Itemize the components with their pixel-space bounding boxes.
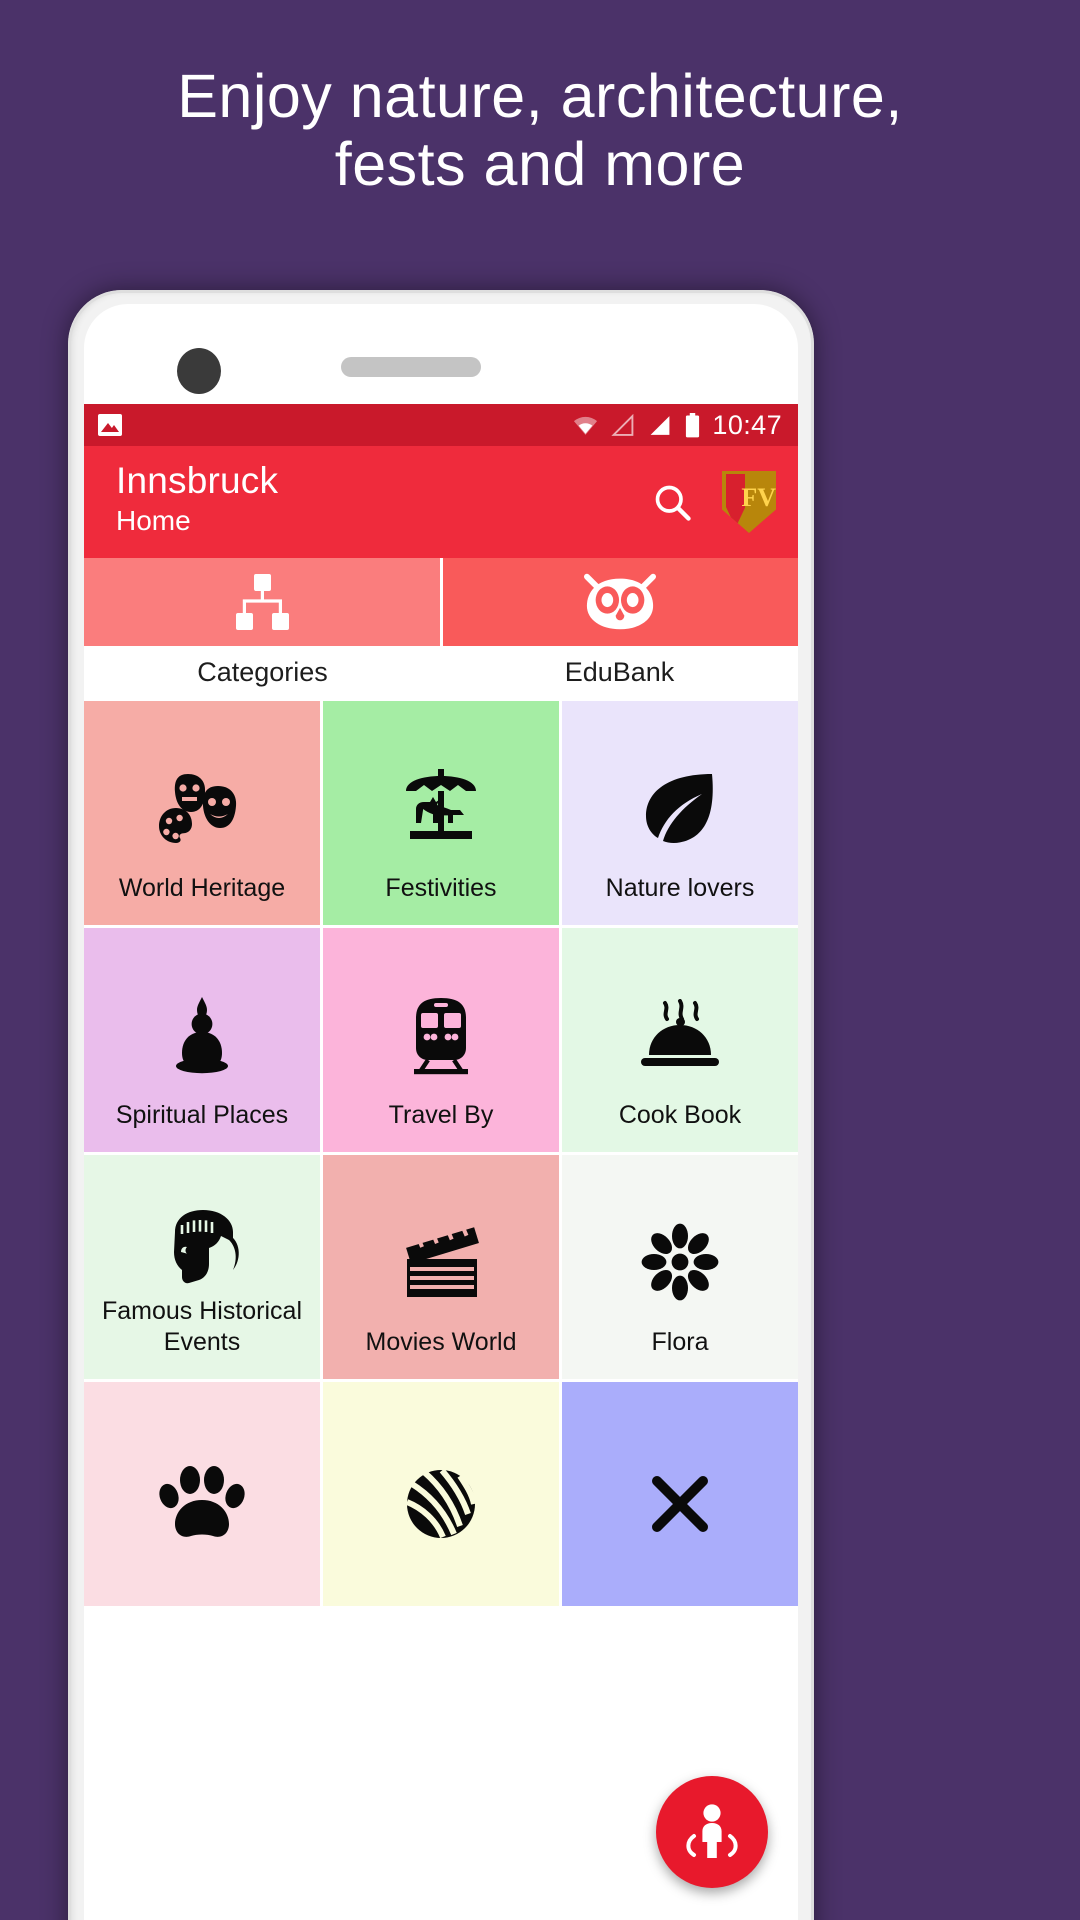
grid-label: Flora (651, 1327, 709, 1356)
tab-labels: Categories EduBank (84, 646, 798, 698)
phone-mockup: 10:47 Innsbruck Home FV Categories EduBa… (68, 290, 814, 1920)
grid-cell-spiritual-places[interactable]: Spiritual Places (84, 928, 320, 1152)
grid-label: World Heritage (118, 873, 286, 902)
promo-headline: Enjoy nature, architecture, fests and mo… (0, 62, 1080, 199)
train-icon (406, 970, 476, 1100)
helmet-icon (159, 1197, 245, 1296)
flower-icon (639, 1197, 721, 1327)
grid-label: Travel By (388, 1100, 494, 1129)
app-bar-actions: FV (650, 471, 776, 533)
category-grid: World Heritage Festivities Nature lovers… (84, 698, 798, 1850)
clapperboard-icon (399, 1197, 483, 1327)
grid-cell-nature-lovers[interactable]: Nature lovers (562, 701, 798, 925)
tab-bar (84, 558, 798, 646)
wifi-icon (572, 414, 599, 436)
x-icon (645, 1424, 715, 1584)
grid-label: Nature lovers (605, 873, 755, 902)
grid-cell-paw[interactable] (84, 1382, 320, 1606)
grid-label: Festivities (385, 873, 497, 902)
front-camera-icon (177, 348, 221, 394)
tab-label-edubank[interactable]: EduBank (441, 646, 798, 698)
grid-cell-famous-historical-events[interactable]: Famous Historical Events (84, 1155, 320, 1379)
leaf-icon (640, 743, 720, 873)
person-pin-fab-button[interactable] (656, 1776, 768, 1888)
status-bar-left (98, 414, 122, 436)
signal-empty-icon (610, 413, 636, 437)
buddha-icon (169, 970, 235, 1100)
page-subtitle: Home (116, 505, 191, 537)
grid-cell-festivities[interactable]: Festivities (323, 701, 559, 925)
grid-cell-flora[interactable]: Flora (562, 1155, 798, 1379)
grid-cell-travel-by[interactable]: Travel By (323, 928, 559, 1152)
tab-categories[interactable] (84, 558, 440, 646)
app-bar-titles: Innsbruck Home (116, 459, 279, 543)
tab-label-categories[interactable]: Categories (84, 646, 441, 698)
status-bar-right: 10:47 (572, 410, 782, 441)
carousel-icon (398, 743, 484, 873)
page-title: Innsbruck (116, 459, 279, 501)
paw-icon (159, 1424, 245, 1584)
photo-icon (98, 414, 122, 436)
status-bar: 10:47 (84, 404, 798, 446)
grid-cell-world-heritage[interactable]: World Heritage (84, 701, 320, 925)
grid-cell-cook-book[interactable]: Cook Book (562, 928, 798, 1152)
shield-logo-icon[interactable]: FV (722, 471, 776, 533)
grid-cell-misc[interactable] (562, 1382, 798, 1606)
promo-line-1: Enjoy nature, architecture, (177, 62, 903, 130)
signal-full-icon (647, 414, 673, 437)
logo-text: FV (741, 482, 776, 512)
app-bar: Innsbruck Home FV (84, 446, 798, 558)
grid-label: Famous Historical Events (101, 1297, 303, 1356)
tab-edubank[interactable] (442, 558, 798, 646)
search-icon[interactable] (650, 480, 694, 524)
grid-label: Spiritual Places (115, 1100, 289, 1129)
food-cloche-icon (639, 970, 721, 1100)
phone-front: 10:47 Innsbruck Home FV Categories EduBa… (84, 304, 798, 1920)
promo-line-2: fests and more (334, 130, 746, 199)
phone-screen: 10:47 Innsbruck Home FV Categories EduBa… (84, 404, 798, 1920)
battery-icon (684, 412, 701, 438)
person-pin-icon (676, 1796, 748, 1868)
grid-label: Movies World (365, 1327, 517, 1356)
earpiece-speaker (341, 357, 481, 377)
grid-label: Cook Book (618, 1100, 742, 1129)
grid-cell-yarn[interactable] (323, 1382, 559, 1606)
theater-masks-icon (156, 743, 248, 873)
sitemap-icon (230, 571, 294, 633)
owl-icon (583, 572, 657, 632)
ball-of-yarn-icon (400, 1424, 482, 1584)
status-bar-time: 10:47 (712, 409, 782, 440)
grid-cell-movies-world[interactable]: Movies World (323, 1155, 559, 1379)
